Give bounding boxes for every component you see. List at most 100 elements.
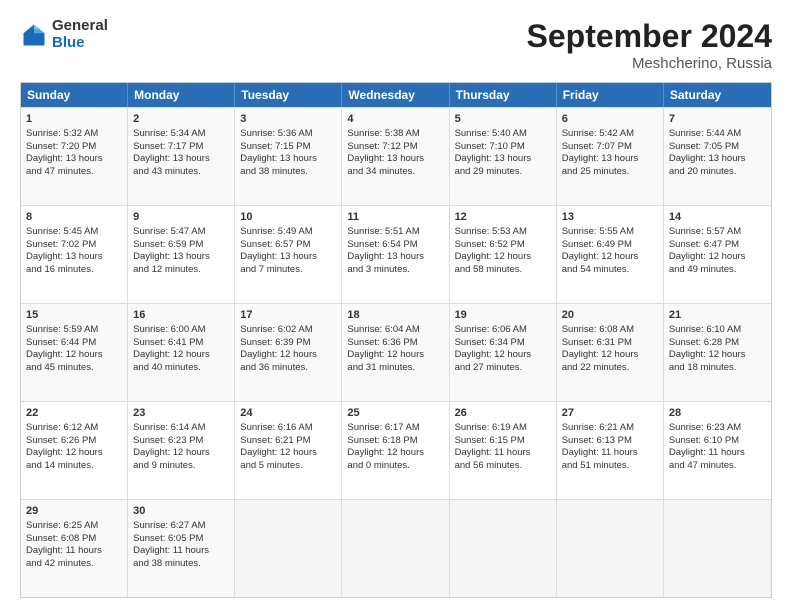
cell-2-wed: 11 Sunrise: 5:51 AMSunset: 6:54 PMDaylig… xyxy=(342,206,449,303)
logo-text: General Blue xyxy=(52,18,108,51)
day-num: 11 xyxy=(347,210,443,225)
cell-1-tue: 3 Sunrise: 5:36 AMSunset: 7:15 PMDayligh… xyxy=(235,108,342,205)
cell-3-tue: 17 Sunrise: 6:02 AMSunset: 6:39 PMDaylig… xyxy=(235,304,342,401)
cell-text: Sunrise: 5:40 AMSunset: 7:10 PMDaylight:… xyxy=(455,128,532,177)
cell-3-fri: 20 Sunrise: 6:08 AMSunset: 6:31 PMDaylig… xyxy=(557,304,664,401)
day-num: 21 xyxy=(669,308,766,323)
header: General Blue September 2024 Meshcherino,… xyxy=(20,18,772,72)
day-num: 19 xyxy=(455,308,551,323)
cell-1-sun: 1 Sunrise: 5:32 AMSunset: 7:20 PMDayligh… xyxy=(21,108,128,205)
day-num: 20 xyxy=(562,308,658,323)
cell-3-thu: 19 Sunrise: 6:06 AMSunset: 6:34 PMDaylig… xyxy=(450,304,557,401)
logo: General Blue xyxy=(20,18,108,51)
cell-5-sun: 29 Sunrise: 6:25 AMSunset: 6:08 PMDaylig… xyxy=(21,500,128,597)
cell-5-fri-empty xyxy=(557,500,664,597)
cell-2-sun: 8 Sunrise: 5:45 AMSunset: 7:02 PMDayligh… xyxy=(21,206,128,303)
cell-text: Sunrise: 5:36 AMSunset: 7:15 PMDaylight:… xyxy=(240,128,317,177)
cal-row-5: 29 Sunrise: 6:25 AMSunset: 6:08 PMDaylig… xyxy=(21,499,771,597)
calendar: Sunday Monday Tuesday Wednesday Thursday… xyxy=(20,82,772,598)
header-wednesday: Wednesday xyxy=(342,83,449,107)
header-tuesday: Tuesday xyxy=(235,83,342,107)
cell-text: Sunrise: 5:49 AMSunset: 6:57 PMDaylight:… xyxy=(240,226,317,275)
header-sunday: Sunday xyxy=(21,83,128,107)
cell-4-mon: 23 Sunrise: 6:14 AMSunset: 6:23 PMDaylig… xyxy=(128,402,235,499)
cell-text: Sunrise: 5:32 AMSunset: 7:20 PMDaylight:… xyxy=(26,128,103,177)
cell-1-sat: 7 Sunrise: 5:44 AMSunset: 7:05 PMDayligh… xyxy=(664,108,771,205)
header-thursday: Thursday xyxy=(450,83,557,107)
day-num: 2 xyxy=(133,112,229,127)
cell-2-thu: 12 Sunrise: 5:53 AMSunset: 6:52 PMDaylig… xyxy=(450,206,557,303)
cell-text: Sunrise: 6:17 AMSunset: 6:18 PMDaylight:… xyxy=(347,422,424,471)
day-num: 5 xyxy=(455,112,551,127)
day-num: 9 xyxy=(133,210,229,225)
cell-2-sat: 14 Sunrise: 5:57 AMSunset: 6:47 PMDaylig… xyxy=(664,206,771,303)
day-num: 26 xyxy=(455,406,551,421)
cell-text: Sunrise: 5:38 AMSunset: 7:12 PMDaylight:… xyxy=(347,128,424,177)
cal-row-4: 22 Sunrise: 6:12 AMSunset: 6:26 PMDaylig… xyxy=(21,401,771,499)
cell-text: Sunrise: 5:51 AMSunset: 6:54 PMDaylight:… xyxy=(347,226,424,275)
day-num: 23 xyxy=(133,406,229,421)
day-num: 7 xyxy=(669,112,766,127)
cell-3-sun: 15 Sunrise: 5:59 AMSunset: 6:44 PMDaylig… xyxy=(21,304,128,401)
day-num: 4 xyxy=(347,112,443,127)
cell-5-thu-empty xyxy=(450,500,557,597)
cell-text: Sunrise: 6:27 AMSunset: 6:05 PMDaylight:… xyxy=(133,520,209,569)
cell-text: Sunrise: 5:45 AMSunset: 7:02 PMDaylight:… xyxy=(26,226,103,275)
logo-icon xyxy=(20,21,48,49)
cell-2-fri: 13 Sunrise: 5:55 AMSunset: 6:49 PMDaylig… xyxy=(557,206,664,303)
header-saturday: Saturday xyxy=(664,83,771,107)
cell-4-thu: 26 Sunrise: 6:19 AMSunset: 6:15 PMDaylig… xyxy=(450,402,557,499)
day-num: 13 xyxy=(562,210,658,225)
day-num: 8 xyxy=(26,210,122,225)
cell-4-sat: 28 Sunrise: 6:23 AMSunset: 6:10 PMDaylig… xyxy=(664,402,771,499)
cell-text: Sunrise: 6:02 AMSunset: 6:39 PMDaylight:… xyxy=(240,324,317,373)
cell-text: Sunrise: 6:25 AMSunset: 6:08 PMDaylight:… xyxy=(26,520,102,569)
cal-row-2: 8 Sunrise: 5:45 AMSunset: 7:02 PMDayligh… xyxy=(21,205,771,303)
day-num: 17 xyxy=(240,308,336,323)
cell-5-tue-empty xyxy=(235,500,342,597)
title-location: Meshcherino, Russia xyxy=(527,55,772,72)
cell-text: Sunrise: 6:16 AMSunset: 6:21 PMDaylight:… xyxy=(240,422,317,471)
day-num: 3 xyxy=(240,112,336,127)
cell-text: Sunrise: 6:23 AMSunset: 6:10 PMDaylight:… xyxy=(669,422,745,471)
day-num: 1 xyxy=(26,112,122,127)
cell-1-fri: 6 Sunrise: 5:42 AMSunset: 7:07 PMDayligh… xyxy=(557,108,664,205)
day-num: 10 xyxy=(240,210,336,225)
day-num: 22 xyxy=(26,406,122,421)
cell-1-mon: 2 Sunrise: 5:34 AMSunset: 7:17 PMDayligh… xyxy=(128,108,235,205)
cell-4-wed: 25 Sunrise: 6:17 AMSunset: 6:18 PMDaylig… xyxy=(342,402,449,499)
cell-5-wed-empty xyxy=(342,500,449,597)
cal-row-1: 1 Sunrise: 5:32 AMSunset: 7:20 PMDayligh… xyxy=(21,107,771,205)
logo-general-text: General xyxy=(52,18,108,35)
cell-text: Sunrise: 6:10 AMSunset: 6:28 PMDaylight:… xyxy=(669,324,746,373)
cell-text: Sunrise: 5:55 AMSunset: 6:49 PMDaylight:… xyxy=(562,226,639,275)
cell-2-tue: 10 Sunrise: 5:49 AMSunset: 6:57 PMDaylig… xyxy=(235,206,342,303)
day-num: 25 xyxy=(347,406,443,421)
day-num: 29 xyxy=(26,504,122,519)
cal-row-3: 15 Sunrise: 5:59 AMSunset: 6:44 PMDaylig… xyxy=(21,303,771,401)
cell-2-mon: 9 Sunrise: 5:47 AMSunset: 6:59 PMDayligh… xyxy=(128,206,235,303)
cell-text: Sunrise: 6:21 AMSunset: 6:13 PMDaylight:… xyxy=(562,422,638,471)
day-num: 14 xyxy=(669,210,766,225)
cell-1-wed: 4 Sunrise: 5:38 AMSunset: 7:12 PMDayligh… xyxy=(342,108,449,205)
day-num: 6 xyxy=(562,112,658,127)
cell-3-sat: 21 Sunrise: 6:10 AMSunset: 6:28 PMDaylig… xyxy=(664,304,771,401)
day-num: 15 xyxy=(26,308,122,323)
cell-text: Sunrise: 5:57 AMSunset: 6:47 PMDaylight:… xyxy=(669,226,746,275)
day-num: 30 xyxy=(133,504,229,519)
cell-text: Sunrise: 6:04 AMSunset: 6:36 PMDaylight:… xyxy=(347,324,424,373)
day-num: 27 xyxy=(562,406,658,421)
page: General Blue September 2024 Meshcherino,… xyxy=(0,0,792,612)
day-num: 28 xyxy=(669,406,766,421)
title-month: September 2024 xyxy=(527,18,772,55)
cell-text: Sunrise: 5:44 AMSunset: 7:05 PMDaylight:… xyxy=(669,128,746,177)
header-monday: Monday xyxy=(128,83,235,107)
calendar-header: Sunday Monday Tuesday Wednesday Thursday… xyxy=(21,83,771,107)
day-num: 16 xyxy=(133,308,229,323)
cell-text: Sunrise: 6:06 AMSunset: 6:34 PMDaylight:… xyxy=(455,324,532,373)
cell-text: Sunrise: 6:19 AMSunset: 6:15 PMDaylight:… xyxy=(455,422,531,471)
cell-5-sat-empty xyxy=(664,500,771,597)
calendar-body: 1 Sunrise: 5:32 AMSunset: 7:20 PMDayligh… xyxy=(21,107,771,597)
cell-text: Sunrise: 6:08 AMSunset: 6:31 PMDaylight:… xyxy=(562,324,639,373)
logo-blue-text: Blue xyxy=(52,35,108,52)
